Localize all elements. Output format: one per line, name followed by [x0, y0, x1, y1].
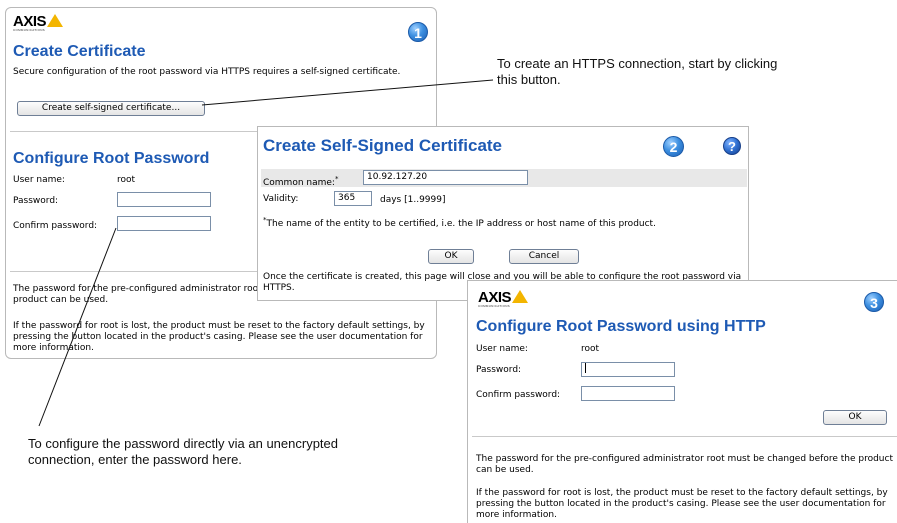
https-hint-annotation: To create an HTTPS connection, start by …	[497, 56, 778, 87]
https-hint-leader-line	[201, 79, 494, 106]
direct-hint-annotation: To configure the password directly via a…	[28, 436, 339, 467]
direct-hint-leader-line	[38, 227, 117, 427]
